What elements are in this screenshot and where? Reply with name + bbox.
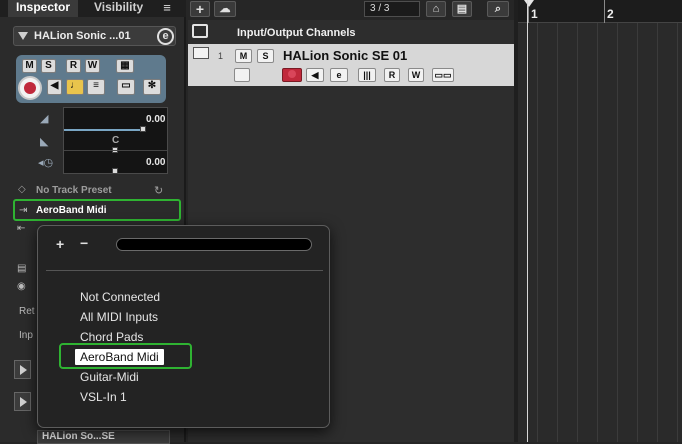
track-mute-button[interactable]: M — [235, 49, 252, 63]
ruler-tick — [604, 0, 605, 23]
solo-button[interactable]: S — [41, 59, 56, 73]
track-lanes-icon[interactable]: ▭▭ — [432, 68, 454, 82]
record-dot-icon — [288, 70, 296, 78]
edit-instrument-icon[interactable]: e — [157, 28, 174, 45]
search-icon[interactable]: ⌕ — [487, 1, 509, 17]
list-icon: ▤ — [17, 263, 27, 274]
midi-input-routing[interactable]: ⇥ AeroBand Midi — [13, 199, 181, 221]
ruler-bar-2: 2 — [607, 7, 614, 21]
record-enable-button[interactable] — [18, 76, 42, 100]
folder-track-row[interactable]: Input/Output Channels — [188, 23, 514, 43]
expand-section-button[interactable] — [14, 360, 31, 379]
track-preset-row[interactable]: ◇ No Track Preset ↻ — [14, 184, 174, 198]
option-not-connected[interactable]: Not Connected — [80, 289, 160, 305]
add-input-button[interactable]: + — [56, 236, 64, 252]
folder-icon — [192, 24, 208, 38]
inspector-tabs: Inspector Visibility ≡ — [0, 0, 186, 17]
sync-selection-icon[interactable]: ⌂ — [426, 1, 446, 17]
inspector-menu-icon[interactable]: ≡ — [156, 0, 178, 17]
tab-visibility[interactable]: Visibility — [86, 0, 151, 17]
monitor-icon[interactable]: ◀ — [47, 79, 62, 95]
track-write-button[interactable]: W — [408, 68, 424, 82]
fader-area: 0.00 C 0.00 — [63, 107, 168, 174]
track-monitor-icon[interactable]: ◀ — [306, 68, 324, 82]
midi-input-value[interactable]: AeroBand Midi — [36, 205, 107, 216]
option-all-midi-inputs[interactable]: All MIDI Inputs — [80, 309, 158, 325]
tab-inspector[interactable]: Inspector — [8, 0, 79, 17]
delay-icon: ◂◷ — [38, 157, 54, 169]
keyboard-icon — [193, 47, 209, 59]
dropdown-separator — [46, 270, 323, 271]
track-edit-icon[interactable]: e — [330, 68, 348, 82]
delay-handle[interactable] — [112, 168, 118, 174]
add-track-options-icon[interactable]: ☁ — [214, 1, 236, 17]
collapse-triangle-icon[interactable] — [18, 32, 28, 40]
bottom-track-name[interactable]: HALion So...SE — [42, 431, 115, 442]
play-triangle-icon — [20, 365, 27, 375]
delay-value[interactable]: 0.00 — [146, 157, 165, 168]
option-guitar-midi[interactable]: Guitar-Midi — [80, 369, 139, 385]
remove-input-button[interactable]: − — [80, 235, 88, 251]
chord-icon[interactable]: ▭ — [117, 79, 135, 95]
track-read-button[interactable]: R — [384, 68, 400, 82]
pan-icon: ◣ — [40, 136, 49, 148]
pan-value[interactable]: C — [112, 135, 119, 146]
timebase-note-icon[interactable]: ♩ — [66, 79, 84, 95]
track-instrument-icon[interactable]: ||| — [358, 68, 376, 82]
input-icon: ⇥ — [19, 205, 28, 216]
inspector-track-header[interactable]: HALion Sonic ...01 e — [13, 26, 176, 46]
info-icon: ◉ — [17, 281, 26, 292]
folder-track-name[interactable]: Input/Output Channels — [237, 27, 356, 39]
preset-icon: ◇ — [18, 184, 26, 195]
midi-input-dropdown: + − Not Connected All MIDI Inputs Chord … — [37, 225, 330, 428]
tracklist-toolbar: + ☁ ⌂ ▤ ⌕ — [188, 0, 515, 20]
expand-section-button-2[interactable] — [14, 392, 31, 411]
play-triangle-icon — [20, 397, 27, 407]
dropdown-filter-field[interactable] — [116, 238, 312, 251]
volume-fader-handle[interactable] — [140, 126, 146, 132]
cursor-line — [527, 0, 528, 442]
editor-icon[interactable]: ▦ — [116, 59, 134, 73]
track-name[interactable]: HALion Sonic SE 01 — [283, 48, 407, 63]
read-automation-button[interactable]: R — [66, 59, 81, 73]
track-preset-label[interactable]: No Track Preset — [36, 185, 112, 196]
selected-option-highlight — [59, 343, 192, 369]
add-track-button[interactable]: + — [190, 1, 210, 17]
visibility-list-icon[interactable]: ▤ — [452, 1, 472, 17]
track-solo-button[interactable]: S — [257, 49, 274, 63]
track-counter: 3 / 3 — [364, 1, 420, 17]
left-locator-icon[interactable] — [524, 0, 534, 7]
volume-icon: ◢ — [40, 113, 49, 125]
output-icon: ⇤ — [17, 223, 26, 234]
record-dot-icon — [24, 82, 36, 94]
pan-line — [64, 150, 167, 151]
timeline-ruler[interactable]: 1 2 — [518, 0, 682, 23]
instrument-track-row[interactable]: 1 M S HALion Sonic SE 01 ◀ e ||| R W ▭▭ — [188, 44, 514, 86]
lanes-icon[interactable]: ≡ — [87, 79, 105, 95]
volume-value[interactable]: 0.00 — [146, 114, 165, 125]
track-color-swatch[interactable] — [234, 68, 250, 82]
write-automation-button[interactable]: W — [85, 59, 100, 73]
freeze-icon[interactable]: ✻ — [143, 79, 161, 95]
track-record-button[interactable] — [282, 68, 302, 82]
option-vsl-in-1[interactable]: VSL-In 1 — [80, 389, 127, 405]
inspector-track-name[interactable]: HALion Sonic ...01 — [34, 30, 152, 42]
project-event-display[interactable] — [518, 0, 682, 442]
reset-icon[interactable]: ↻ — [154, 184, 163, 197]
side-label-ret: Ret — [19, 306, 35, 317]
mute-button[interactable]: M — [22, 59, 37, 73]
track-number: 1 — [218, 51, 224, 61]
side-label-inp: Inp — [19, 330, 33, 341]
volume-fader-line[interactable] — [64, 129, 142, 131]
ruler-bar-1: 1 — [531, 7, 538, 21]
